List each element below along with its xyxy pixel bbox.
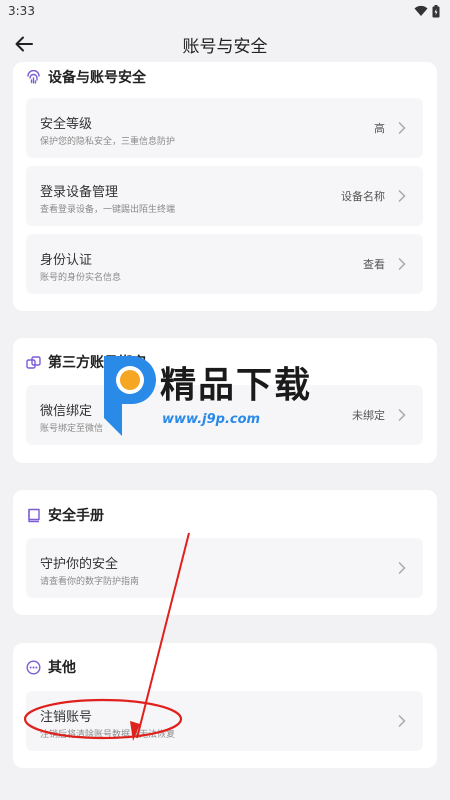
- watermark-logo-icon: [104, 356, 156, 436]
- identity-verification-row[interactable]: 身份认证 账号的身份实名信息 查看: [26, 234, 423, 294]
- section-title-device-security: 设备与账号安全: [48, 70, 146, 86]
- arrow-left-icon: [15, 36, 33, 52]
- page-title: 账号与安全: [182, 36, 268, 57]
- row-value: 查看: [363, 258, 385, 271]
- row-title: 微信绑定: [40, 404, 93, 419]
- row-title: 身份认证: [40, 253, 93, 268]
- cancel-account-row[interactable]: 注销账号 注销后将清除账号数据且无法恢复: [26, 691, 423, 751]
- section-header-other: 其他: [26, 657, 76, 677]
- chevron-right-icon: [398, 561, 406, 575]
- section-header-device-security: 设备与账号安全: [26, 67, 146, 87]
- row-title: 守护你的安全: [40, 557, 119, 572]
- status-bar: 3:33: [0, 0, 450, 22]
- watermark: 精品下载 www.j9p.com: [96, 350, 356, 442]
- row-title: 注销账号: [40, 710, 93, 725]
- row-value: 高: [374, 122, 385, 135]
- link-squares-icon: [26, 355, 41, 369]
- wifi-icon: [414, 5, 428, 16]
- battery-icon: [432, 4, 440, 17]
- security-manual-card: 安全手册 守护你的安全 请查看你的数字防护指南: [13, 490, 437, 615]
- row-subtitle: 保护您的隐私安全，三重信息防护: [40, 137, 176, 147]
- fingerprint-icon: [27, 69, 40, 84]
- device-security-card: 设备与账号安全 安全等级 保护您的隐私安全，三重信息防护 高 登录设备管理 查看…: [13, 62, 437, 311]
- row-value: 设备名称: [341, 190, 385, 203]
- more-circle-icon: [26, 659, 41, 675]
- chevron-right-icon: [398, 121, 406, 135]
- security-level-row[interactable]: 安全等级 保护您的隐私安全，三重信息防护 高: [26, 98, 423, 158]
- row-subtitle: 账号绑定至微信: [40, 424, 104, 434]
- section-title-security-manual: 安全手册: [48, 508, 104, 524]
- back-button[interactable]: [12, 32, 36, 56]
- row-title: 登录设备管理: [40, 185, 119, 200]
- chevron-right-icon: [398, 189, 406, 203]
- status-time: 3:33: [8, 4, 35, 18]
- guard-your-security-row[interactable]: 守护你的安全 请查看你的数字防护指南: [26, 538, 423, 598]
- row-subtitle: 注销后将清除账号数据且无法恢复: [40, 730, 176, 740]
- row-title: 安全等级: [40, 117, 93, 132]
- section-header-security-manual: 安全手册: [26, 505, 104, 525]
- watermark-text: 精品下载: [160, 365, 313, 406]
- row-value: 未绑定: [352, 409, 385, 422]
- book-icon: [28, 508, 40, 522]
- chevron-right-icon: [398, 714, 406, 728]
- status-icons: [414, 4, 440, 18]
- login-device-management-row[interactable]: 登录设备管理 查看登录设备，一键踢出陌生终端 设备名称: [26, 166, 423, 226]
- navigation-bar: 账号与安全: [0, 22, 450, 66]
- chevron-right-icon: [398, 257, 406, 271]
- watermark-url: www.j9p.com: [162, 412, 261, 427]
- chevron-right-icon: [398, 408, 406, 422]
- section-title-other: 其他: [48, 660, 76, 676]
- row-subtitle: 请查看你的数字防护指南: [40, 577, 140, 587]
- row-subtitle: 查看登录设备，一键踢出陌生终端: [40, 205, 176, 215]
- other-card: 其他 注销账号 注销后将清除账号数据且无法恢复: [13, 643, 437, 768]
- row-subtitle: 账号的身份实名信息: [40, 273, 122, 283]
